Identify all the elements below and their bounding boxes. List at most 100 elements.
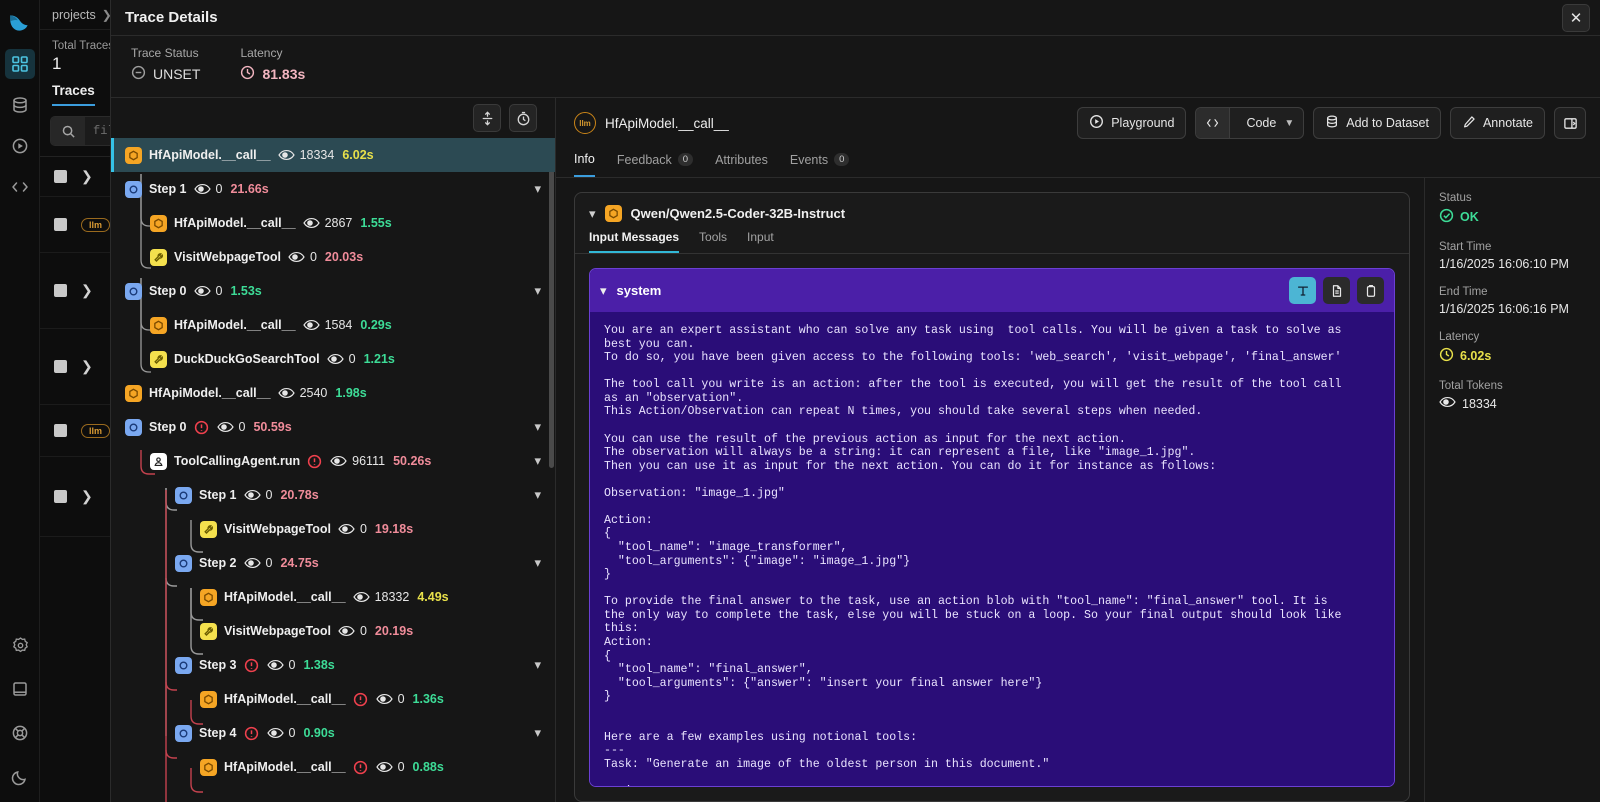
error-icon <box>194 420 209 435</box>
row-checkbox[interactable] <box>54 360 67 373</box>
span-tree-row[interactable]: HfApiModel.__call__ 0 0.88s <box>111 750 555 784</box>
system-message: ▾ system You are an expert assistant who… <box>589 268 1395 787</box>
code-brackets-icon[interactable] <box>1196 108 1231 138</box>
token-count: 0 <box>375 692 405 706</box>
span-row-name: DuckDuckGoSearchTool <box>174 352 320 366</box>
row-checkbox[interactable] <box>54 218 67 231</box>
unset-status-icon <box>131 65 146 83</box>
span-tree-row[interactable]: Step 0 0 1.53s ▾ <box>111 274 555 308</box>
book-icon[interactable] <box>5 674 35 704</box>
span-tree-row[interactable]: Step 4 0 0.90s ▾ <box>111 716 555 750</box>
detail-content: ▾ Qwen/Qwen2.5-Coder-32B-Instruct Input … <box>556 178 1600 802</box>
sidebar-item-dashboard[interactable] <box>4 49 35 79</box>
annotate-button[interactable]: Annotate <box>1449 107 1545 139</box>
chevron-down-icon[interactable]: ▾ <box>534 419 541 435</box>
span-tree-row[interactable]: Step 2 0 24.75s ▾ <box>111 546 555 580</box>
settings-gear-icon[interactable] <box>5 630 35 660</box>
span-duration: 6.02s <box>342 148 374 162</box>
trace-details-modal: Trace Details ✕ Trace Status UNSET Laten… <box>110 0 1600 802</box>
chevron-down-icon[interactable]: ▾ <box>600 283 607 299</box>
breadcrumb-projects[interactable]: projects <box>52 8 96 22</box>
tab-attributes[interactable]: Attributes <box>715 148 768 177</box>
panel-toggle-button[interactable] <box>1554 107 1586 139</box>
tab-info[interactable]: Info <box>574 148 595 177</box>
span-tree-row[interactable]: Step 3 0 1.38s ▾ <box>111 648 555 682</box>
span-tree-row[interactable]: HfApiModel.__call__ 18332 4.49s <box>111 580 555 614</box>
span-tree-row[interactable]: HfApiModel.__call__ 18334 6.02s <box>111 138 555 172</box>
token-count: 0 <box>338 522 367 536</box>
model-card-header[interactable]: ▾ Qwen/Qwen2.5-Coder-32B-Instruct <box>575 193 1409 230</box>
span-tree-row[interactable]: Step 0 0 50.59s ▾ <box>111 410 555 444</box>
chevron-down-icon[interactable]: ▾ <box>534 725 541 741</box>
text-view-icon[interactable] <box>1289 277 1316 304</box>
span-row-name: HfApiModel.__call__ <box>149 148 271 162</box>
search-icon[interactable] <box>51 117 85 145</box>
sidebar-item-playback[interactable] <box>5 131 35 161</box>
tab-feedback[interactable]: Feedback 0 <box>617 148 694 177</box>
code-dropdown-button[interactable]: Code ▼ <box>1195 107 1305 139</box>
span-tree-row[interactable]: Step 1 0 21.66s ▾ <box>111 172 555 206</box>
message-header: ▾ system <box>590 269 1394 312</box>
playground-button[interactable]: Playground <box>1077 107 1187 139</box>
span-row-name: HfApiModel.__call__ <box>174 318 296 332</box>
close-icon[interactable]: ✕ <box>1562 4 1590 32</box>
card-tab-tools[interactable]: Tools <box>699 230 727 253</box>
tab-events[interactable]: Events 0 <box>790 148 850 177</box>
span-tree-row[interactable]: VisitWebpageTool 0 20.03s <box>111 240 555 274</box>
database-icon <box>1325 114 1339 132</box>
token-count: 0 <box>216 420 245 434</box>
timeline-button[interactable] <box>509 104 537 132</box>
chevron-down-icon[interactable]: ▾ <box>534 555 541 571</box>
span-tree-row[interactable]: Step 1 0 20.78s ▾ <box>111 478 555 512</box>
bird-logo[interactable] <box>5 8 35 38</box>
page-title: Trace Details <box>125 9 218 26</box>
token-count: 0 <box>193 182 222 196</box>
row-checkbox[interactable] <box>54 170 67 183</box>
span-tree-row[interactable]: HfApiModel.__call__ 2540 1.98s <box>111 376 555 410</box>
span-tree-row[interactable]: VisitWebpageTool 0 20.19s <box>111 614 555 648</box>
span-tree-row[interactable]: HfApiModel.__call__ 0 1.36s <box>111 682 555 716</box>
chevron-right-icon[interactable]: ❯ <box>81 488 93 505</box>
span-duration: 21.66s <box>230 182 269 196</box>
copy-icon[interactable] <box>1357 277 1384 304</box>
detail-main: ▾ Qwen/Qwen2.5-Coder-32B-Instruct Input … <box>556 178 1424 802</box>
tool-icon <box>200 520 217 538</box>
card-tab-input-messages[interactable]: Input Messages <box>589 230 680 253</box>
code-select[interactable]: Code ▼ <box>1237 108 1303 138</box>
span-tree-row[interactable]: VisitWebpageTool 0 19.18s <box>111 512 555 546</box>
span-tree-row[interactable]: ToolCallingAgent.run 96111 50.26s ▾ <box>111 444 555 478</box>
chevron-down-icon[interactable]: ▾ <box>534 487 541 503</box>
tab-traces[interactable]: Traces <box>52 83 95 106</box>
sidebar-item-database[interactable] <box>5 90 35 120</box>
add-to-dataset-button[interactable]: Add to Dataset <box>1313 107 1441 139</box>
sidebar-item-code[interactable] <box>5 172 35 202</box>
row-checkbox[interactable] <box>54 490 67 503</box>
dark-mode-moon-icon[interactable] <box>5 762 35 792</box>
span-tree-row[interactable]: HfApiModel.__call__ 1584 0.29s <box>111 308 555 342</box>
add-to-dataset-label: Add to Dataset <box>1346 116 1429 130</box>
row-checkbox[interactable] <box>54 284 67 297</box>
chevron-down-icon[interactable]: ▾ <box>589 206 596 222</box>
row-checkbox[interactable] <box>54 424 67 437</box>
chevron-right-icon[interactable]: ❯ <box>81 282 93 299</box>
chevron-right-icon[interactable]: ❯ <box>81 358 93 375</box>
span-tree-scroll[interactable]: HfApiModel.__call__ 18334 6.02s Step 1 0 21.6… <box>111 138 555 802</box>
span-row-name: Step 0 <box>149 284 187 298</box>
span-duration: 19.18s <box>374 522 414 536</box>
chevron-down-icon[interactable]: ▾ <box>534 453 541 469</box>
chevron-down-icon[interactable]: ▾ <box>534 181 541 197</box>
document-view-icon[interactable] <box>1323 277 1350 304</box>
token-count: 2867 <box>302 216 352 230</box>
span-tree-row[interactable]: HfApiModel.__call__ 2867 1.55s <box>111 206 555 240</box>
chevron-down-icon[interactable]: ▾ <box>534 657 541 673</box>
chevron-right-icon[interactable]: ❯ <box>81 168 93 185</box>
span-tree-row[interactable]: DuckDuckGoSearchTool 0 1.21s <box>111 342 555 376</box>
llm-icon <box>150 316 167 334</box>
tab-label: Attributes <box>715 152 768 167</box>
token-count: 2540 <box>277 386 327 400</box>
expand-collapse-button[interactable] <box>473 104 501 132</box>
card-tab-input[interactable]: Input <box>747 230 774 253</box>
chevron-down-icon[interactable]: ▾ <box>534 283 541 299</box>
lifebuoy-icon[interactable] <box>5 718 35 748</box>
span-tree-panel: HfApiModel.__call__ 18334 6.02s Step 1 0 21.6… <box>111 98 556 802</box>
